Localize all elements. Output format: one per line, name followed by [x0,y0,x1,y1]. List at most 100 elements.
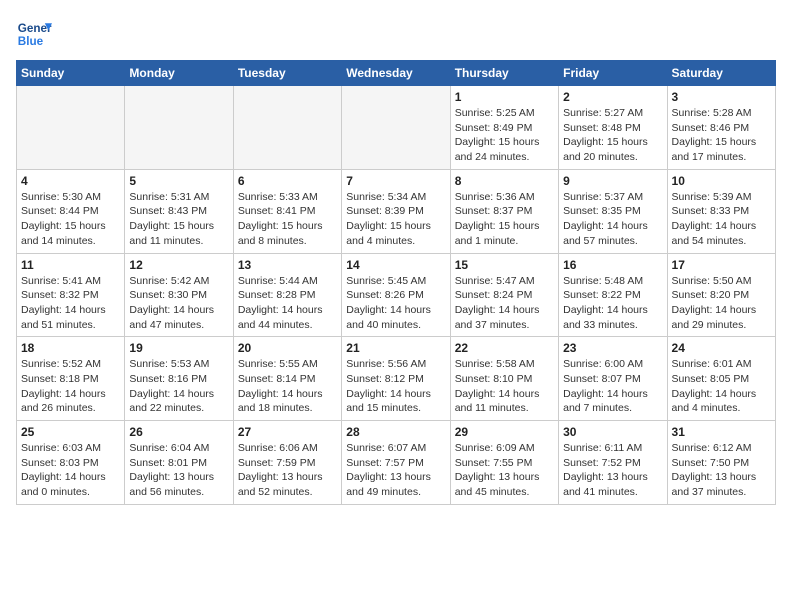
day-info: Sunrise: 6:12 AM Sunset: 7:50 PM Dayligh… [672,441,771,500]
calendar-cell: 21 Sunrise: 5:56 AM Sunset: 8:12 PM Dayli… [342,337,450,421]
calendar-cell: 11Sunrise: 5:41 AM Sunset: 8:32 PM Dayli… [17,253,125,337]
weekday-header-sunday: Sunday [17,61,125,86]
day-number: 12 [129,258,228,272]
day-number: 21 [346,341,445,355]
logo-icon: General Blue [16,16,52,52]
calendar-cell: 17 Sunrise: 5:50 AM Sunset: 8:20 PM Dayli… [667,253,775,337]
calendar-cell [125,86,233,170]
page-header: General Blue [16,16,776,52]
day-info: Sunrise: 5:39 AM Sunset: 8:33 PM Dayligh… [672,190,771,249]
calendar-cell: 2 Sunrise: 5:27 AM Sunset: 8:48 PM Daylig… [559,86,667,170]
calendar-cell: 6 Sunrise: 5:33 AM Sunset: 8:41 PM Daylig… [233,169,341,253]
calendar-cell: 15Sunrise: 5:47 AM Sunset: 8:24 PM Dayli… [450,253,558,337]
calendar-cell: 19 Sunrise: 5:53 AM Sunset: 8:16 PM Dayli… [125,337,233,421]
day-info: Sunrise: 5:56 AM Sunset: 8:12 PM Dayligh… [346,357,445,416]
day-info: Sunrise: 5:58 AM Sunset: 8:10 PM Dayligh… [455,357,554,416]
calendar-cell [233,86,341,170]
day-number: 23 [563,341,662,355]
calendar-header-row: SundayMondayTuesdayWednesdayThursdayFrid… [17,61,776,86]
calendar-cell: 8Sunrise: 5:36 AM Sunset: 8:37 PM Daylig… [450,169,558,253]
day-info: Sunrise: 5:30 AM Sunset: 8:44 PM Dayligh… [21,190,120,249]
day-info: Sunrise: 5:48 AM Sunset: 8:22 PM Dayligh… [563,274,662,333]
week-row-2: 4 Sunrise: 5:30 AM Sunset: 8:44 PM Daylig… [17,169,776,253]
day-number: 17 [672,258,771,272]
weekday-header-tuesday: Tuesday [233,61,341,86]
day-number: 29 [455,425,554,439]
day-info: Sunrise: 6:09 AM Sunset: 7:55 PM Dayligh… [455,441,554,500]
day-number: 31 [672,425,771,439]
day-info: Sunrise: 5:44 AM Sunset: 8:28 PM Dayligh… [238,274,337,333]
day-number: 9 [563,174,662,188]
calendar-cell: 30Sunrise: 6:11 AM Sunset: 7:52 PM Dayli… [559,421,667,505]
weekday-header-thursday: Thursday [450,61,558,86]
day-info: Sunrise: 5:45 AM Sunset: 8:26 PM Dayligh… [346,274,445,333]
day-info: Sunrise: 5:27 AM Sunset: 8:48 PM Dayligh… [563,106,662,165]
day-number: 4 [21,174,120,188]
calendar-cell: 16Sunrise: 5:48 AM Sunset: 8:22 PM Dayli… [559,253,667,337]
weekday-header-saturday: Saturday [667,61,775,86]
calendar-cell: 31 Sunrise: 6:12 AM Sunset: 7:50 PM Dayli… [667,421,775,505]
day-number: 8 [455,174,554,188]
day-number: 24 [672,341,771,355]
day-info: Sunrise: 6:00 AM Sunset: 8:07 PM Dayligh… [563,357,662,416]
day-number: 13 [238,258,337,272]
calendar-cell [342,86,450,170]
calendar-cell: 14 Sunrise: 5:45 AM Sunset: 8:26 PM Dayli… [342,253,450,337]
day-info: Sunrise: 6:07 AM Sunset: 7:57 PM Dayligh… [346,441,445,500]
day-info: Sunrise: 5:52 AM Sunset: 8:18 PM Dayligh… [21,357,120,416]
calendar-cell: 3 Sunrise: 5:28 AM Sunset: 8:46 PM Daylig… [667,86,775,170]
day-number: 22 [455,341,554,355]
day-info: Sunrise: 6:11 AM Sunset: 7:52 PM Dayligh… [563,441,662,500]
calendar-cell: 4 Sunrise: 5:30 AM Sunset: 8:44 PM Daylig… [17,169,125,253]
day-info: Sunrise: 5:33 AM Sunset: 8:41 PM Dayligh… [238,190,337,249]
day-number: 18 [21,341,120,355]
day-number: 26 [129,425,228,439]
calendar-cell: 22 Sunrise: 5:58 AM Sunset: 8:10 PM Dayli… [450,337,558,421]
day-number: 2 [563,90,662,104]
calendar-cell: 25 Sunrise: 6:03 AM Sunset: 8:03 PM Dayli… [17,421,125,505]
week-row-3: 11Sunrise: 5:41 AM Sunset: 8:32 PM Dayli… [17,253,776,337]
calendar-cell: 7 Sunrise: 5:34 AM Sunset: 8:39 PM Daylig… [342,169,450,253]
day-number: 3 [672,90,771,104]
calendar-cell: 9 Sunrise: 5:37 AM Sunset: 8:35 PM Daylig… [559,169,667,253]
day-info: Sunrise: 5:53 AM Sunset: 8:16 PM Dayligh… [129,357,228,416]
calendar-cell: 5 Sunrise: 5:31 AM Sunset: 8:43 PM Daylig… [125,169,233,253]
day-number: 28 [346,425,445,439]
weekday-header-wednesday: Wednesday [342,61,450,86]
weekday-header-monday: Monday [125,61,233,86]
day-info: Sunrise: 5:37 AM Sunset: 8:35 PM Dayligh… [563,190,662,249]
calendar-cell: 29 Sunrise: 6:09 AM Sunset: 7:55 PM Dayli… [450,421,558,505]
day-number: 20 [238,341,337,355]
day-info: Sunrise: 6:01 AM Sunset: 8:05 PM Dayligh… [672,357,771,416]
week-row-1: 1Sunrise: 5:25 AM Sunset: 8:49 PM Daylig… [17,86,776,170]
day-info: Sunrise: 5:42 AM Sunset: 8:30 PM Dayligh… [129,274,228,333]
day-number: 14 [346,258,445,272]
day-number: 25 [21,425,120,439]
day-number: 7 [346,174,445,188]
calendar-table: SundayMondayTuesdayWednesdayThursdayFrid… [16,60,776,505]
day-info: Sunrise: 5:28 AM Sunset: 8:46 PM Dayligh… [672,106,771,165]
svg-text:Blue: Blue [18,35,44,48]
week-row-4: 18 Sunrise: 5:52 AM Sunset: 8:18 PM Dayli… [17,337,776,421]
day-number: 19 [129,341,228,355]
day-info: Sunrise: 6:04 AM Sunset: 8:01 PM Dayligh… [129,441,228,500]
calendar-cell: 20 Sunrise: 5:55 AM Sunset: 8:14 PM Dayli… [233,337,341,421]
day-info: Sunrise: 5:55 AM Sunset: 8:14 PM Dayligh… [238,357,337,416]
calendar-cell [17,86,125,170]
day-number: 27 [238,425,337,439]
day-info: Sunrise: 6:03 AM Sunset: 8:03 PM Dayligh… [21,441,120,500]
day-info: Sunrise: 5:50 AM Sunset: 8:20 PM Dayligh… [672,274,771,333]
calendar-cell: 10Sunrise: 5:39 AM Sunset: 8:33 PM Dayli… [667,169,775,253]
day-info: Sunrise: 5:41 AM Sunset: 8:32 PM Dayligh… [21,274,120,333]
weekday-header-friday: Friday [559,61,667,86]
calendar-cell: 18 Sunrise: 5:52 AM Sunset: 8:18 PM Dayli… [17,337,125,421]
logo: General Blue [16,16,52,52]
day-info: Sunrise: 5:31 AM Sunset: 8:43 PM Dayligh… [129,190,228,249]
day-number: 5 [129,174,228,188]
day-number: 6 [238,174,337,188]
day-info: Sunrise: 5:47 AM Sunset: 8:24 PM Dayligh… [455,274,554,333]
calendar-cell: 26 Sunrise: 6:04 AM Sunset: 8:01 PM Dayli… [125,421,233,505]
day-info: Sunrise: 5:34 AM Sunset: 8:39 PM Dayligh… [346,190,445,249]
day-info: Sunrise: 5:25 AM Sunset: 8:49 PM Dayligh… [455,106,554,165]
calendar-cell: 23 Sunrise: 6:00 AM Sunset: 8:07 PM Dayli… [559,337,667,421]
